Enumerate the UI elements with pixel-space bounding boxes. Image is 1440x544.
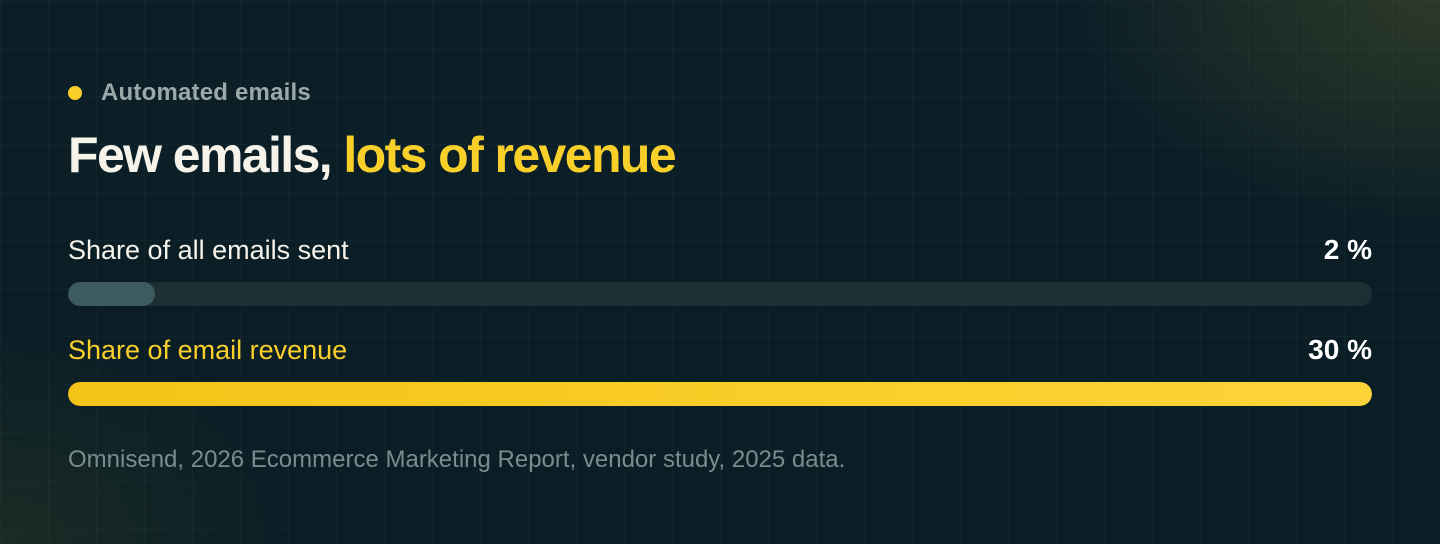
bar-value-email-revenue: 30 % — [1308, 334, 1372, 365]
bar-row-emails-sent: Share of all emails sent 2 % — [68, 234, 1372, 266]
bar-fill-emails-sent — [68, 282, 155, 306]
title-plain: Few emails, — [68, 127, 344, 183]
stat-card: Automated emails Few emails, lots of rev… — [68, 0, 1372, 544]
bar-row-email-revenue: Share of email revenue 30 % — [68, 334, 1372, 366]
eyebrow: Automated emails — [68, 79, 311, 107]
bar-fill-email-revenue — [68, 382, 1372, 406]
bar-track-email-revenue — [68, 382, 1372, 406]
title-accent: lots of revenue — [343, 127, 676, 183]
page-title: Few emails, lots of revenue — [68, 124, 677, 186]
bar-value-emails-sent: 2 % — [1323, 234, 1372, 265]
bar-label-email-revenue: Share of email revenue — [68, 335, 348, 365]
eyebrow-label: Automated emails — [101, 79, 311, 106]
source-note: Omnisend, 2026 Ecommerce Marketing Repor… — [68, 446, 846, 473]
accent-dot-icon — [68, 86, 82, 100]
bar-track-emails-sent — [68, 282, 1372, 306]
bar-label-emails-sent: Share of all emails sent — [68, 235, 349, 265]
